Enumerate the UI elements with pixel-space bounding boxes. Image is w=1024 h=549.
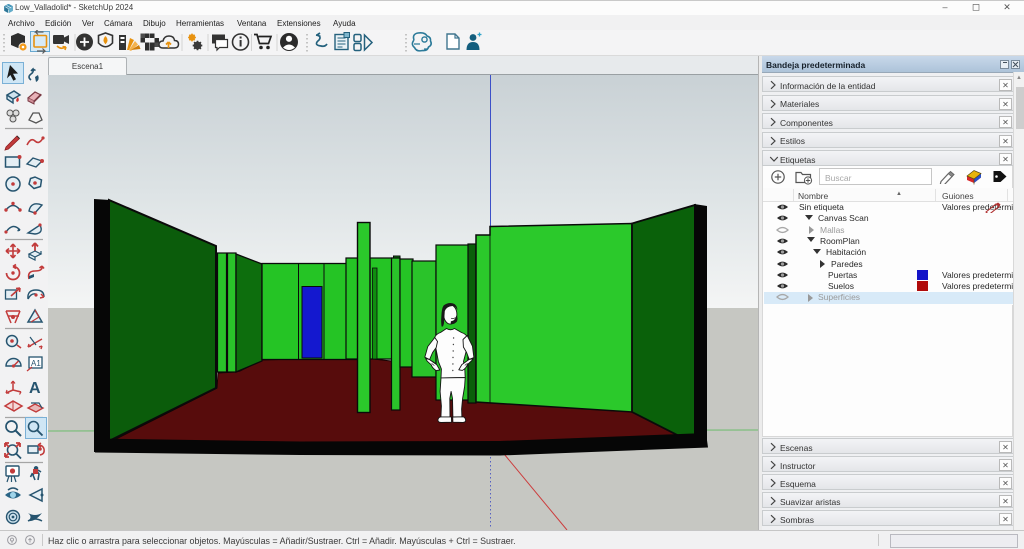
svg-text:A: A bbox=[29, 380, 41, 397]
svg-text:A1: A1 bbox=[31, 359, 41, 368]
